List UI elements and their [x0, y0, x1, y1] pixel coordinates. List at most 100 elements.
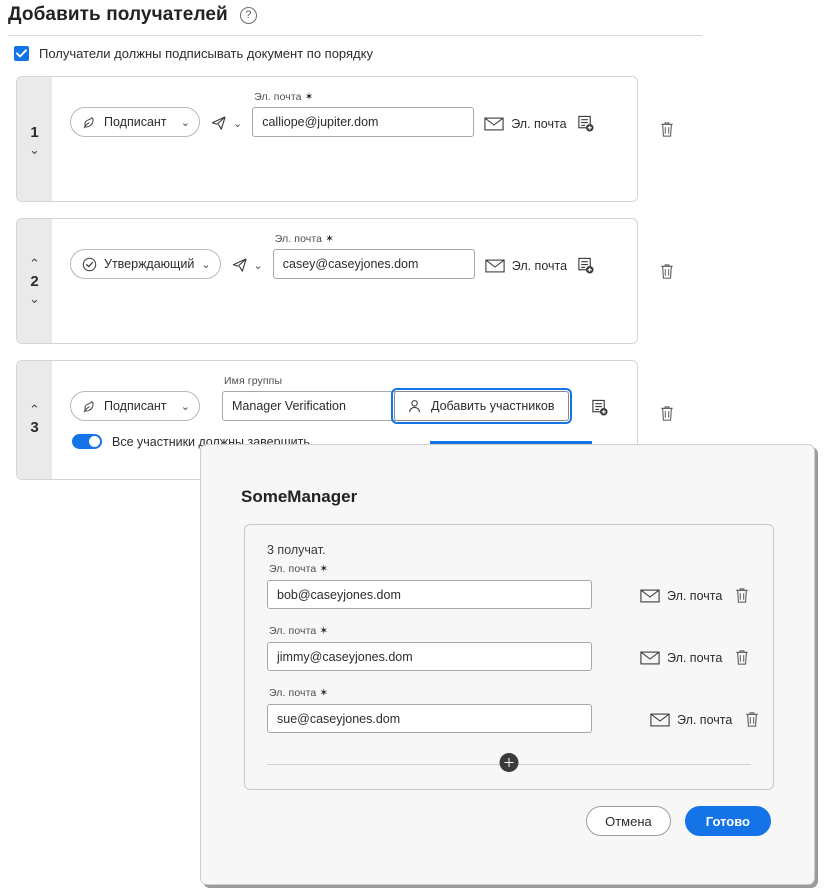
delete-member-icon[interactable]	[734, 649, 750, 671]
move-up-icon[interactable]: ⌃	[29, 257, 40, 270]
email-field-block-2: Эл. почта ✶ casey@caseyjones.dom	[272, 233, 475, 279]
member-delivery-text: Эл. почта	[667, 589, 723, 603]
delete-member-icon[interactable]	[734, 587, 750, 609]
delivery-method-group-2[interactable]: ⌄	[231, 257, 263, 279]
add-form-icon[interactable]	[577, 257, 594, 279]
delivery-type-text: Эл. почта	[511, 259, 568, 273]
member-row: Эл. почта ✶ bob@caseyjones.dom Эл. почта	[267, 563, 751, 609]
email-field-label: Эл. почта ✶	[254, 91, 314, 103]
delivery-type-label-2: Эл. почта	[485, 259, 567, 279]
done-button[interactable]: Готово	[684, 806, 771, 836]
add-form-icon[interactable]	[591, 399, 608, 421]
envelope-icon	[650, 713, 670, 727]
email-input-1[interactable]: calliope@jupiter.dom	[252, 107, 475, 137]
trash-icon[interactable]	[659, 121, 675, 138]
member-email-input[interactable]: jimmy@caseyjones.dom	[267, 642, 592, 671]
move-up-icon[interactable]: ⌃	[29, 403, 40, 416]
role-select-1[interactable]: Подписант ⌄	[70, 107, 200, 137]
member-email-label: Эл. почта ✶	[269, 563, 329, 575]
delivery-type-text: Эл. почта	[511, 117, 567, 131]
member-row: Эл. почта ✶ jimmy@caseyjones.dom Эл. поч…	[267, 625, 751, 671]
member-email-block: Эл. почта ✶ jimmy@caseyjones.dom	[267, 625, 592, 671]
paper-plane-icon[interactable]	[210, 115, 227, 132]
all-members-toggle[interactable]	[72, 434, 102, 449]
signature-pen-icon	[82, 115, 97, 130]
envelope-icon	[640, 651, 660, 665]
role-label: Подписант	[104, 115, 167, 129]
page-title: Добавить получателей	[8, 4, 228, 25]
delete-recipient-3[interactable]	[659, 405, 675, 432]
member-delivery-label: Эл. почта	[640, 651, 722, 671]
required-mark: ✶	[325, 233, 335, 245]
recipient-card-1: 1 ⌄ Подписант ⌄ ⌄ Эл. почта ✶ calliope@j…	[16, 76, 673, 202]
add-form-icon[interactable]	[577, 115, 594, 137]
plus-circle-icon[interactable]	[499, 753, 519, 772]
member-delivery-label: Эл. почта	[650, 713, 732, 733]
group-name-label: Имя группы	[224, 375, 283, 387]
recipient-number: 2	[30, 272, 39, 290]
check-badge-icon	[82, 257, 97, 272]
role-select-2[interactable]: Утверждающий ⌄	[70, 249, 221, 279]
signature-pen-icon	[82, 399, 97, 414]
trash-icon[interactable]	[659, 405, 675, 422]
required-mark: ✶	[304, 91, 314, 103]
email-input-2[interactable]: casey@caseyjones.dom	[272, 249, 475, 279]
envelope-icon	[640, 589, 660, 603]
member-delivery-text: Эл. почта	[667, 651, 723, 665]
recipients-list: 1 ⌄ Подписант ⌄ ⌄ Эл. почта ✶ calliope@j…	[16, 76, 673, 496]
recipient-number: 3	[30, 418, 39, 436]
dialog-footer: Отмена Готово	[201, 790, 814, 836]
member-email-label: Эл. почта ✶	[269, 625, 329, 637]
member-row: Эл. почта ✶ sue@caseyjones.dom Эл. почта	[267, 687, 758, 733]
help-circle-icon[interactable]: ?	[239, 6, 257, 24]
add-members-label: Добавить участников	[431, 399, 555, 413]
role-label: Подписант	[104, 399, 167, 413]
add-member-row[interactable]	[267, 753, 751, 775]
required-mark: ✶	[319, 563, 329, 575]
paper-plane-icon[interactable]	[231, 257, 248, 274]
add-members-button[interactable]: Добавить участников	[391, 388, 572, 424]
member-email-block: Эл. почта ✶ sue@caseyjones.dom	[267, 687, 592, 733]
required-mark: ✶	[319, 687, 329, 699]
member-delivery-label: Эл. почта	[640, 589, 722, 609]
recipient-fields-row-2: Утверждающий ⌄ ⌄ Эл. почта ✶ casey@casey…	[70, 233, 625, 279]
email-field-block-1: Эл. почта ✶ calliope@jupiter.dom	[252, 91, 475, 137]
chevron-down-icon[interactable]: ⌄	[201, 258, 210, 271]
member-email-input[interactable]: bob@caseyjones.dom	[267, 580, 592, 609]
move-down-icon[interactable]: ⌄	[29, 143, 40, 156]
signing-order-row[interactable]: Получатели должны подписывать документ п…	[0, 36, 710, 61]
recipient-body-1: Подписант ⌄ ⌄ Эл. почта ✶ calliope@jupit…	[52, 77, 637, 201]
chevron-down-icon[interactable]: ⌄	[254, 259, 263, 272]
recipient-count-label: 3 получат.	[267, 543, 326, 557]
recipient-order-strip-3: ⌃ 3	[17, 361, 52, 479]
envelope-icon	[485, 259, 505, 273]
required-mark: ✶	[319, 625, 329, 637]
email-field-label: Эл. почта ✶	[274, 233, 335, 245]
recipient-card-2: ⌃ 2 ⌄ Утверждающий ⌄ ⌄ Эл. почта ✶ casey…	[16, 218, 673, 344]
chevron-down-icon[interactable]: ⌄	[233, 117, 242, 130]
member-delivery-text: Эл. почта	[677, 713, 733, 727]
role-select-3[interactable]: Подписант ⌄	[70, 391, 200, 421]
signing-order-label: Получатели должны подписывать документ п…	[39, 46, 373, 61]
member-email-label: Эл. почта ✶	[269, 687, 329, 699]
recipient-number: 1	[30, 123, 39, 141]
recipient-fields-row-1: Подписант ⌄ ⌄ Эл. почта ✶ calliope@jupit…	[70, 91, 625, 137]
trash-icon[interactable]	[659, 263, 675, 280]
person-add-icon	[408, 399, 423, 414]
chevron-down-icon[interactable]: ⌄	[181, 116, 190, 129]
dialog-title: SomeManager	[241, 487, 358, 506]
group-members-dialog: SomeManager 3 получат. Эл. почта ✶ bob@c…	[200, 444, 815, 885]
delete-recipient-1[interactable]	[659, 121, 675, 148]
page-title-row: Добавить получателей ?	[0, 0, 710, 26]
delivery-method-group-1[interactable]: ⌄	[210, 115, 242, 137]
signing-order-checkbox[interactable]	[14, 46, 29, 61]
delete-recipient-2[interactable]	[659, 263, 675, 290]
recipient-order-strip-2: ⌃ 2 ⌄	[17, 219, 52, 343]
envelope-icon	[484, 117, 504, 131]
cancel-button[interactable]: Отмена	[586, 806, 671, 836]
chevron-down-icon[interactable]: ⌄	[181, 400, 190, 413]
move-down-icon[interactable]: ⌄	[29, 292, 40, 305]
delete-member-icon[interactable]	[744, 711, 760, 733]
member-email-input[interactable]: sue@caseyjones.dom	[267, 704, 592, 733]
recipient-body-2: Утверждающий ⌄ ⌄ Эл. почта ✶ casey@casey…	[52, 219, 637, 343]
